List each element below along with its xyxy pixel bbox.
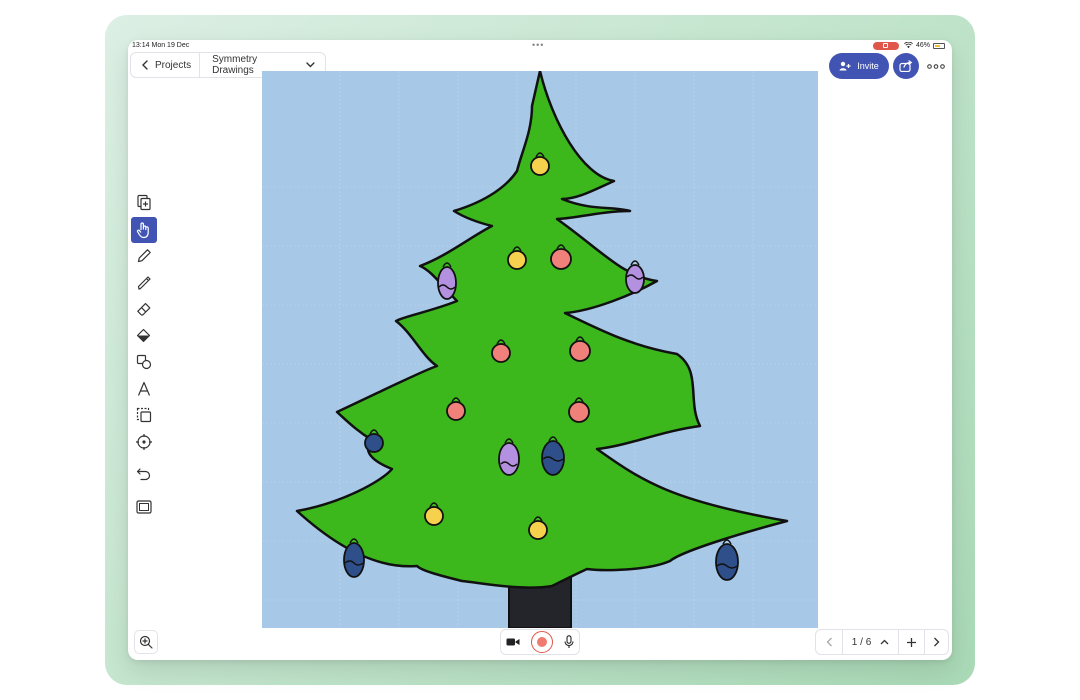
page-navigator: 1 / 6 [815, 629, 949, 655]
video-camera-icon[interactable] [506, 637, 520, 647]
recording-controls [500, 629, 580, 655]
christmas-tree-drawing [262, 71, 818, 628]
frame-tool[interactable] [131, 494, 157, 520]
ornament-yellow [530, 156, 550, 176]
multitask-handle[interactable]: ••• [532, 40, 544, 50]
page-indicator[interactable]: 1 / 6 [843, 630, 899, 654]
marker-tool[interactable] [131, 270, 157, 296]
tree-foliage [295, 71, 789, 589]
wifi-icon [904, 42, 913, 49]
ornament-pink [568, 401, 590, 423]
frame-icon [136, 499, 152, 514]
fill-icon [136, 328, 151, 342]
ornament-pink [491, 343, 511, 363]
zoom-button[interactable] [134, 630, 158, 654]
hand-icon [136, 221, 149, 238]
ornament-navy [364, 433, 384, 453]
text-icon [137, 381, 151, 396]
invite-button[interactable]: Invite [829, 53, 889, 79]
shapes-icon [136, 354, 152, 370]
chevron-down-icon [306, 62, 315, 68]
screen-recording-indicator [873, 42, 899, 50]
ornament-pink [550, 248, 572, 270]
add-page-tool[interactable] [131, 190, 157, 216]
drawing-toolbar [131, 190, 157, 520]
ornament-navy-drop [715, 543, 739, 581]
back-to-projects-button[interactable]: Projects [131, 53, 201, 77]
eraser-tool[interactable] [131, 296, 157, 322]
battery-icon [933, 42, 946, 49]
ornament-pink [446, 401, 466, 421]
laser-icon [136, 433, 152, 450]
battery-percent: 46% [916, 42, 931, 49]
chevron-left-icon [142, 60, 148, 70]
app-window: 13:14 Mon 19 Dec ••• 46% Projects Symmet… [128, 40, 952, 660]
ornament-yellow [507, 250, 527, 270]
drawing-canvas[interactable] [262, 71, 818, 628]
shapes-tool[interactable] [131, 349, 157, 375]
back-label: Projects [155, 59, 192, 71]
select-icon [136, 407, 152, 423]
next-page-button[interactable] [925, 630, 948, 654]
ornament-purple-drop [437, 266, 457, 300]
hand-tool[interactable] [131, 216, 157, 243]
laser-tool[interactable] [131, 429, 157, 455]
status-time: 13:14 Mon 19 Dec [132, 42, 190, 49]
ornament-yellow [528, 520, 548, 540]
invite-label: Invite [857, 61, 879, 71]
chevron-up-icon [880, 639, 889, 645]
share-icon [899, 60, 913, 72]
fill-tool[interactable] [131, 323, 157, 349]
ornament-yellow [424, 506, 444, 526]
marker-icon [137, 275, 151, 290]
add-page-icon [137, 194, 151, 211]
chevron-left-icon [826, 637, 832, 647]
status-bar: 13:14 Mon 19 Dec ••• 46% [128, 40, 952, 52]
pencil-icon [137, 249, 151, 263]
share-button[interactable] [893, 53, 919, 79]
add-user-icon [839, 61, 851, 71]
ornament-navy-drop [343, 542, 365, 578]
record-button[interactable] [530, 631, 553, 653]
text-tool[interactable] [131, 376, 157, 402]
microphone-icon[interactable] [564, 635, 574, 649]
page-number: 1 / 6 [851, 636, 872, 648]
add-page-button[interactable] [899, 630, 925, 654]
more-icon [927, 63, 945, 69]
previous-page-button[interactable] [816, 630, 844, 654]
select-tool[interactable] [131, 402, 157, 428]
chevron-right-icon [933, 637, 940, 647]
pencil-tool[interactable] [131, 243, 157, 269]
undo-icon [136, 468, 151, 481]
undo-tool[interactable] [131, 461, 157, 487]
ornament-pink [569, 340, 591, 362]
zoom-in-icon [139, 635, 153, 649]
more-options-button[interactable] [924, 54, 948, 78]
ornament-purple-drop [498, 442, 520, 476]
plus-icon [906, 637, 916, 647]
eraser-icon [137, 303, 151, 316]
